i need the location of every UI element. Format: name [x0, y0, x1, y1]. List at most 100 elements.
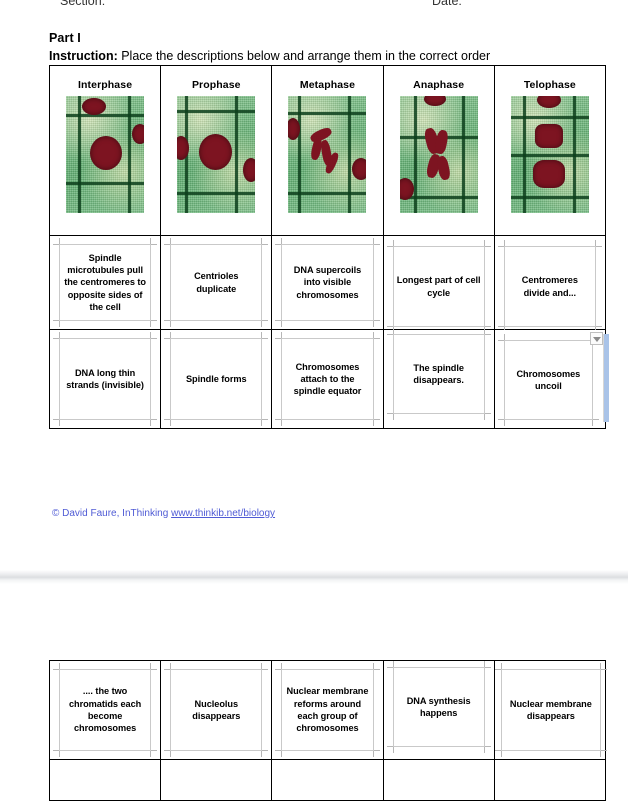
description-text: Spindle microtubules pull the centromere…: [64, 252, 146, 312]
description-textbox[interactable]: Chromosomes uncoil: [497, 334, 599, 426]
cell-wall: [413, 95, 417, 213]
credit-text: © David Faure, InThinking: [52, 508, 172, 519]
description-text: Chromosomes uncoil: [516, 368, 581, 391]
description-cell: Spindle forms: [160, 329, 273, 429]
description-cell: Longest part of cell cycle: [382, 235, 495, 333]
cell-wall: [177, 191, 256, 195]
description-textbox[interactable]: Centromeres divide and...: [497, 240, 602, 333]
description-row-4-empty: [48, 759, 606, 801]
nucleus: [536, 95, 561, 108]
description-text: Centromeres divide and...: [521, 275, 578, 298]
description-text: DNA long thin strands (invisible): [66, 367, 144, 390]
nucleus: [399, 177, 414, 200]
description-text: Chromosomes attach to the spindle equato…: [293, 361, 362, 397]
dropdown-arrow-icon[interactable]: [589, 332, 603, 345]
cell-wall: [235, 95, 239, 213]
cell-wall: [177, 109, 256, 113]
description-text: Nuclear membrane reforms around each gro…: [286, 686, 369, 734]
phase-label-metaphase: Metaphase: [299, 79, 356, 91]
description-cell: Spindle microtubules pull the centromere…: [48, 235, 162, 330]
description-cell-empty: [271, 759, 384, 801]
micrograph-prophase: [177, 95, 256, 213]
description-textbox[interactable]: Spindle forms: [164, 332, 269, 426]
phase-cell-metaphase: Metaphase: [271, 65, 384, 236]
description-text: DNA supercoils into visible chromosomes: [293, 265, 362, 300]
description-cell: The spindle disappears.: [382, 328, 495, 429]
description-cell: DNA synthesis happens: [382, 660, 495, 760]
description-cell: Centromeres divide and...: [493, 235, 606, 333]
credit-link[interactable]: www.thinkib.net/biology: [171, 508, 275, 519]
nucleus: [534, 123, 563, 148]
part-title: Part I: [49, 31, 81, 45]
description-text: Nucleolus disappears: [192, 698, 241, 721]
description-cell-empty: [493, 759, 606, 801]
description-textbox[interactable]: Nuclear membrane disappears: [494, 663, 607, 757]
description-text: Centrioles duplicate: [194, 271, 239, 294]
phase-label-telophase: Telophase: [523, 79, 576, 91]
description-textbox[interactable]: DNA synthesis happens: [386, 661, 491, 753]
description-row-2: DNA long thin strands (invisible) Spindl…: [48, 328, 609, 429]
description-text: .... the two chromatids each become chro…: [68, 686, 142, 734]
description-text: DNA synthesis happens: [406, 695, 471, 718]
description-textbox[interactable]: Chromosomes attach to the spindle equato…: [275, 332, 380, 426]
nucleus: [82, 97, 107, 115]
cell-wall: [78, 95, 82, 213]
phase-label-prophase: Prophase: [191, 79, 241, 91]
description-textbox[interactable]: The spindle disappears.: [386, 328, 491, 420]
description-textbox[interactable]: Centrioles duplicate: [164, 238, 269, 327]
description-cell-empty: [160, 759, 273, 801]
micrograph-anaphase: [399, 95, 478, 213]
instruction-line: Instruction: Place the descriptions belo…: [49, 49, 490, 63]
description-textbox[interactable]: .... the two chromatids each become chro…: [53, 663, 158, 757]
description-text: Nuclear membrane disappears: [509, 698, 592, 721]
description-textbox[interactable]: DNA long thin strands (invisible): [53, 332, 158, 426]
scrollbar-thumb[interactable]: [603, 334, 609, 422]
description-text: The spindle disappears.: [413, 362, 464, 385]
instruction-text: Place the descriptions below and arrange…: [117, 49, 491, 63]
description-row-1: Spindle microtubules pull the centromere…: [48, 235, 606, 333]
description-text: Spindle forms: [185, 373, 247, 384]
cell-cycle-table-continued: .... the two chromatids each become chro…: [48, 660, 607, 801]
micrograph-telophase: [510, 95, 589, 213]
description-cell-empty: [48, 759, 162, 801]
description-cell: DNA supercoils into visible chromosomes: [271, 235, 384, 330]
document-page-two: .... the two chromatids each become chro…: [0, 584, 628, 801]
description-cell: Nuclear membrane reforms around each gro…: [271, 660, 384, 760]
phase-cell-interphase: Interphase: [48, 65, 162, 236]
nucleus: [423, 95, 446, 106]
section-label: Section:: [60, 0, 106, 8]
cell-wall: [461, 95, 465, 213]
description-cell: DNA long thin strands (invisible): [48, 329, 162, 429]
cell-wall: [298, 95, 302, 213]
cell-cycle-table: Interphase Prophase Metaphase Anaphase T…: [48, 65, 609, 429]
phase-cell-prophase: Prophase: [160, 65, 273, 236]
description-textbox[interactable]: Nuclear membrane reforms around each gro…: [275, 663, 380, 757]
description-textbox[interactable]: DNA supercoils into visible chromosomes: [275, 238, 380, 327]
description-cell: Chromosomes uncoil: [493, 329, 609, 429]
date-label: Date:: [432, 0, 462, 8]
cell-wall: [572, 95, 576, 213]
description-cell: Centrioles duplicate: [160, 235, 273, 330]
nucleus: [243, 157, 256, 182]
nucleus: [90, 135, 123, 170]
instruction-label: Instruction:: [49, 49, 118, 63]
micrograph-metaphase: [288, 95, 367, 213]
page-separator: [0, 570, 628, 584]
document-page-one: Section: Date: Part I Instruction: Place…: [0, 0, 628, 570]
vertical-scrollbar[interactable]: [602, 334, 609, 422]
description-cell: .... the two chromatids each become chro…: [48, 660, 162, 760]
description-cell-empty: [382, 759, 495, 801]
description-textbox[interactable]: Nucleolus disappears: [164, 663, 269, 757]
phase-label-anaphase: Anaphase: [413, 79, 465, 91]
document-header: Section: Date:: [0, 0, 628, 14]
description-text: Longest part of cell cycle: [396, 275, 481, 298]
description-cell: Chromosomes attach to the spindle equato…: [271, 329, 384, 429]
description-textbox[interactable]: Longest part of cell cycle: [386, 240, 491, 333]
description-cell: Nuclear membrane disappears: [493, 660, 607, 760]
cell-wall: [128, 95, 132, 213]
phase-label-interphase: Interphase: [78, 79, 133, 91]
phase-image-row: Interphase Prophase Metaphase Anaphase T…: [48, 65, 606, 236]
description-row-3: .... the two chromatids each become chro…: [48, 660, 607, 760]
description-textbox[interactable]: Spindle microtubules pull the centromere…: [53, 238, 158, 327]
nucleus: [199, 133, 233, 170]
